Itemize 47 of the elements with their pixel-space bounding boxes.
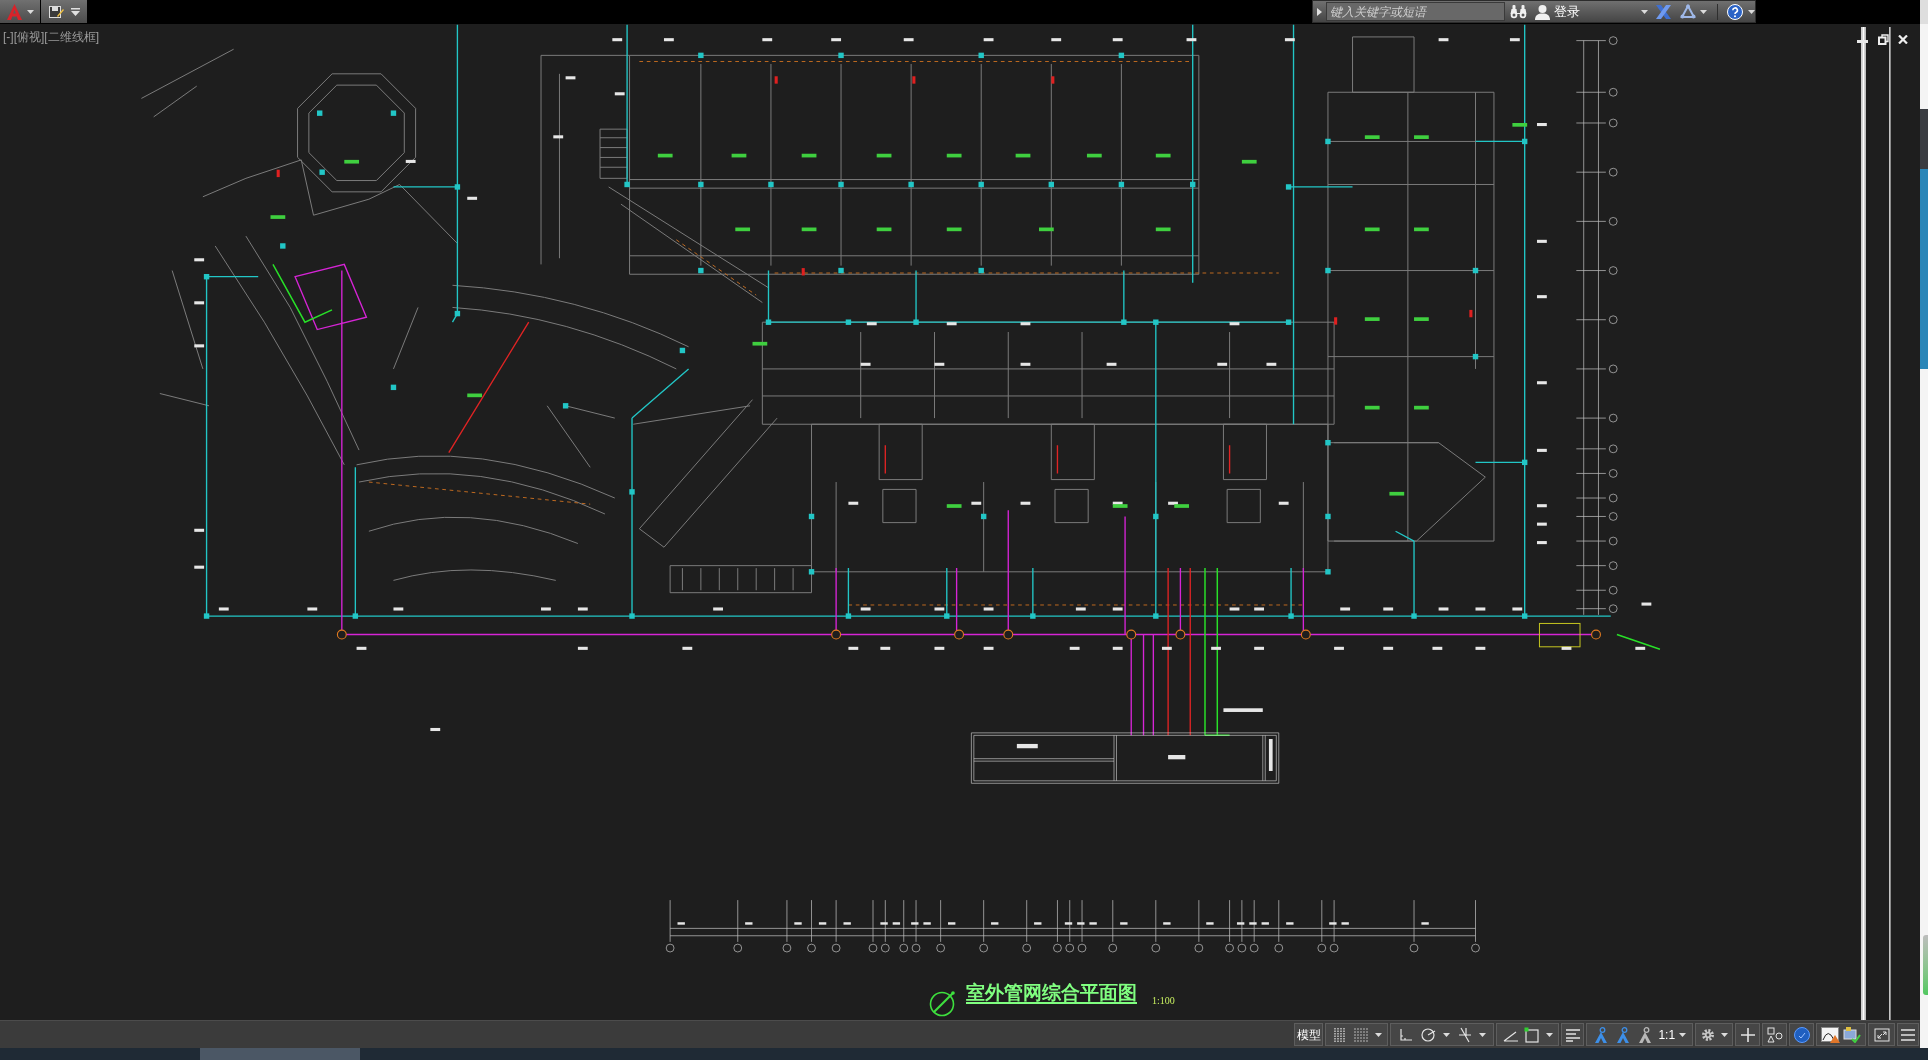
triangle-nodes-icon[interactable] [1680,4,1696,19]
chart-warning-icon[interactable] [1820,1026,1840,1043]
annotation-scale-button[interactable]: 1:1 [1658,1028,1687,1041]
user-icon[interactable] [1535,3,1550,20]
customize-icon[interactable] [70,7,80,16]
sign-in-button[interactable]: 登录 [1535,1,1650,22]
caret-icon[interactable] [1679,1032,1687,1037]
tracking-icon[interactable] [1456,1026,1473,1043]
restore-icon[interactable] [1878,34,1889,45]
annotation-icon[interactable] [1592,1026,1609,1043]
scrollbar-track[interactable] [0,1048,1928,1060]
caret-icon[interactable] [1748,9,1755,14]
model-tab-button[interactable]: 模型 [1294,1023,1323,1046]
window-edge [1920,0,1928,24]
fullscreen-icon[interactable] [1873,1026,1890,1043]
grid-icon[interactable] [1331,1026,1348,1043]
expand-triangle-icon[interactable] [1317,7,1322,16]
circle-slash-icon [929,990,956,1017]
quick-access-toolbar[interactable] [41,0,87,23]
caret-icon[interactable] [1545,1032,1553,1037]
polar-icon[interactable] [1420,1026,1437,1043]
caret-icon[interactable] [1720,1032,1728,1037]
save-edit-icon[interactable] [48,4,64,19]
search-field[interactable]: 键入关键字或短语 [1326,2,1505,21]
monitor-check-icon[interactable] [1843,1026,1862,1043]
ortho-icon[interactable] [1397,1026,1414,1043]
binoculars-icon[interactable] [1510,4,1527,19]
snap-square-icon[interactable] [1524,1026,1540,1043]
caret-icon[interactable] [1641,9,1648,14]
drawing-title: 室外管网综合平面图 [966,983,1137,1002]
caret-icon[interactable] [1479,1032,1487,1037]
caret-icon[interactable] [1442,1032,1450,1037]
scrollbar-thumb[interactable] [1920,169,1928,369]
scrollbar-track[interactable] [1920,0,1928,1048]
caret-icon[interactable] [1374,1032,1382,1037]
scale-label: 1:100 [1152,996,1175,1006]
annotation-icon[interactable] [1614,1026,1631,1043]
viewport-label[interactable]: [-][俯视][二维线框] [3,31,99,43]
caret-icon[interactable] [1700,9,1707,14]
settings-icon[interactable] [1700,1026,1717,1043]
scrollbar-thumb[interactable] [200,1048,360,1060]
x-logo-icon[interactable] [1656,4,1671,19]
annotation-icon[interactable] [1636,1026,1653,1043]
close-icon[interactable] [1898,35,1908,44]
scrollbar-segment [1920,109,1928,169]
help-icon[interactable] [1727,3,1743,20]
caret-icon[interactable] [26,9,34,14]
